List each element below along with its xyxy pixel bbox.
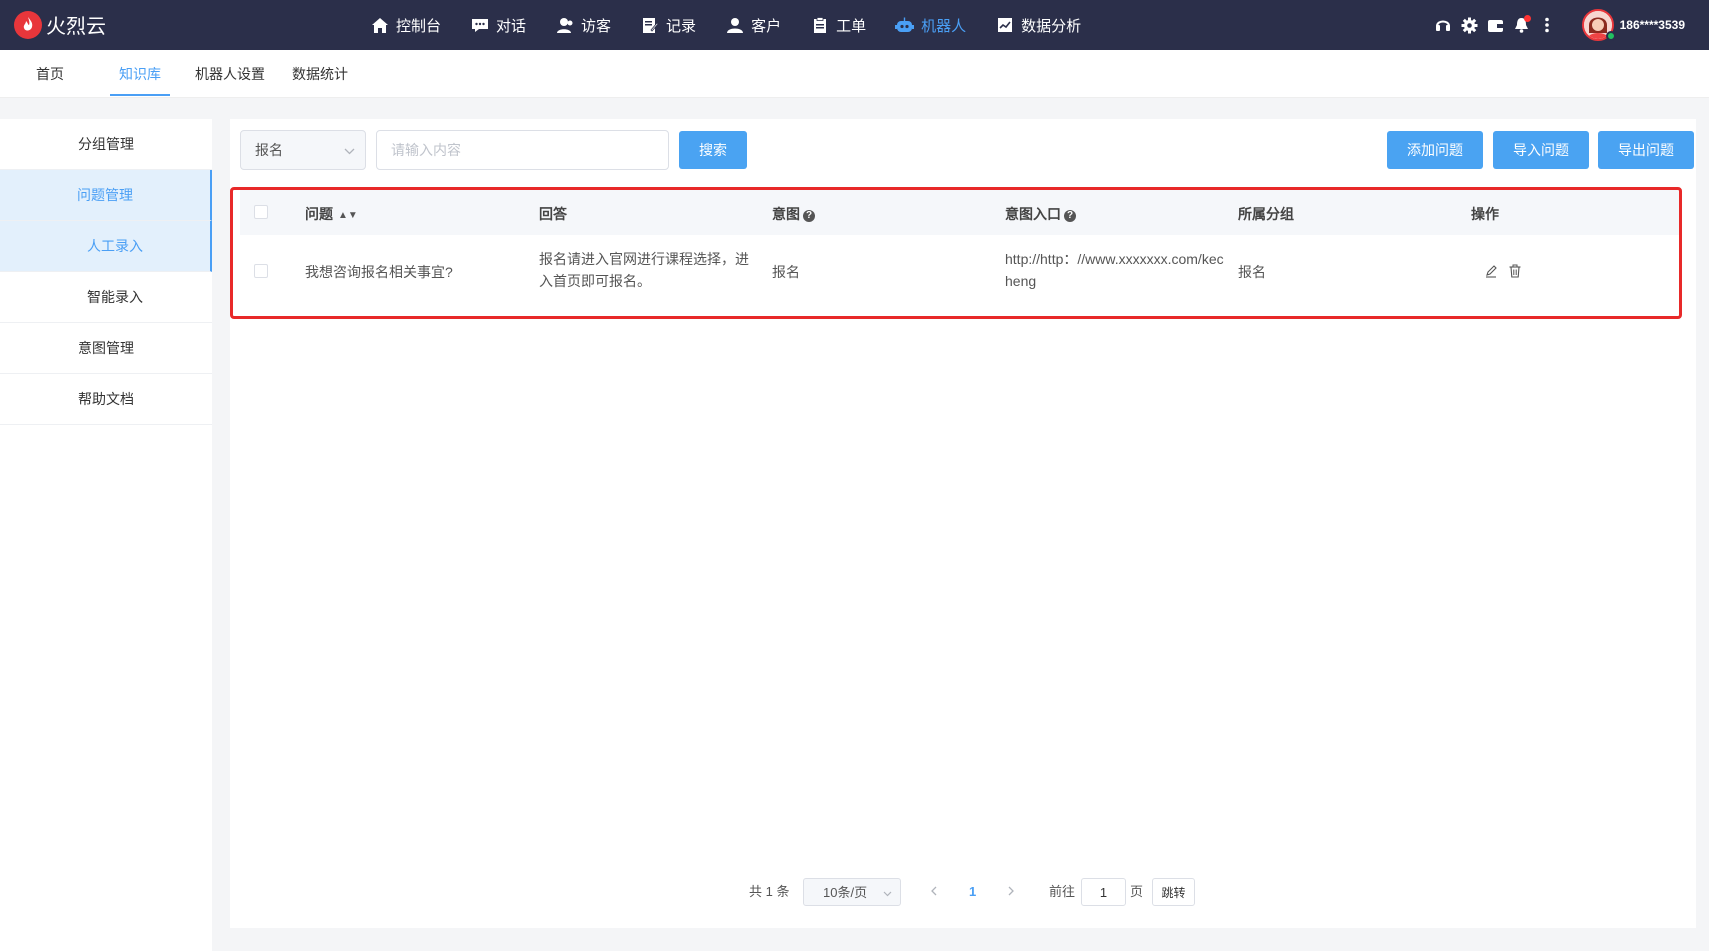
tab-robot-settings[interactable]: 机器人设置 xyxy=(195,50,265,96)
headset-icon[interactable] xyxy=(1435,17,1452,34)
nav-robot-label: 机器人 xyxy=(921,17,967,35)
home-icon xyxy=(370,16,389,35)
gear-icon[interactable] xyxy=(1461,17,1478,34)
nav-customers[interactable]: 客户 xyxy=(725,0,781,50)
nav-analytics[interactable]: 数据分析 xyxy=(995,0,1081,50)
sub-tabs: 首页 知识库 机器人设置 数据统计 xyxy=(0,50,1709,98)
tab-knowledge-base[interactable]: 知识库 xyxy=(110,50,170,96)
sidebar-item-group-management[interactable]: 分组管理 xyxy=(0,119,212,170)
page-size-select[interactable]: 10条/页 xyxy=(803,878,901,906)
robot-icon xyxy=(895,16,915,35)
sidebar-item-intent-management[interactable]: 意图管理 xyxy=(0,323,212,374)
analytics-icon xyxy=(995,16,1014,35)
chevron-down-icon xyxy=(344,131,355,169)
wallet-icon[interactable] xyxy=(1487,17,1504,34)
bell-icon[interactable] xyxy=(1513,14,1531,34)
pagination-total: 共 1 条 xyxy=(749,884,790,899)
logo-text: 火烈云 xyxy=(46,16,106,38)
next-page-button[interactable] xyxy=(1007,878,1015,906)
customer-icon xyxy=(725,16,744,35)
page-size-value: 10条/页 xyxy=(823,885,868,900)
nav-console-label: 控制台 xyxy=(396,17,442,35)
sidebar-item-smart-entry[interactable]: 智能录入 xyxy=(0,272,212,323)
goto-page-input[interactable]: 1 xyxy=(1081,878,1126,906)
sidebar-item-manual-entry[interactable]: 人工录入 xyxy=(0,221,212,272)
nav-robot[interactable]: 机器人 xyxy=(895,0,966,50)
pagination: 共 1 条 10条/页 1 前往 1 页 跳转 xyxy=(230,878,1696,908)
visitors-icon xyxy=(555,16,574,35)
main-nav: 控制台 对话 访客 记录 客户 工单 机器人 数据分析 xyxy=(370,0,1110,50)
jump-button[interactable]: 跳转 xyxy=(1152,878,1195,906)
header-tools: 186****3539 xyxy=(1426,0,1709,50)
nav-chat-label: 对话 xyxy=(496,17,527,35)
nav-records-label: 记录 xyxy=(666,17,697,35)
nav-console[interactable]: 控制台 xyxy=(370,0,441,50)
main-panel: 报名 搜索 添加问题 导入问题 导出问题 问题▲▼ 回答 意图? 意图入口? 所… xyxy=(230,119,1696,928)
nav-visitors-label: 访客 xyxy=(581,17,612,35)
chat-icon xyxy=(470,16,489,35)
nav-customers-label: 客户 xyxy=(751,17,782,35)
page-suffix: 页 xyxy=(1130,884,1144,899)
nav-visitors[interactable]: 访客 xyxy=(555,0,611,50)
notification-dot xyxy=(1523,14,1531,22)
online-status-dot xyxy=(1606,31,1616,41)
tab-home[interactable]: 首页 xyxy=(36,50,64,96)
page-number-current[interactable]: 1 xyxy=(969,878,976,906)
nav-analytics-label: 数据分析 xyxy=(1021,17,1082,35)
nav-tickets-label: 工单 xyxy=(836,17,867,35)
add-question-button[interactable]: 添加问题 xyxy=(1387,131,1483,169)
prev-page-button[interactable] xyxy=(930,878,938,906)
tab-data-stats[interactable]: 数据统计 xyxy=(292,50,348,96)
category-select[interactable]: 报名 xyxy=(240,130,366,170)
record-icon xyxy=(640,16,659,35)
nav-tickets[interactable]: 工单 xyxy=(810,0,866,50)
top-bar: 火烈云 控制台 对话 访客 记录 客户 工单 机器人 数据分析 186****3… xyxy=(0,0,1709,50)
sidebar: 分组管理 问题管理 人工录入 智能录入 意图管理 帮助文档 xyxy=(0,119,212,951)
goto-label: 前往 xyxy=(1049,884,1076,899)
logo[interactable]: 火烈云 xyxy=(14,10,106,39)
user-name[interactable]: 186****3539 xyxy=(1620,18,1685,32)
chevron-down-icon xyxy=(883,879,892,907)
sidebar-item-help-docs[interactable]: 帮助文档 xyxy=(0,374,212,425)
export-questions-button[interactable]: 导出问题 xyxy=(1598,131,1694,169)
search-input[interactable] xyxy=(376,130,669,170)
sidebar-item-question-management[interactable]: 问题管理 xyxy=(0,170,212,221)
nav-records[interactable]: 记录 xyxy=(640,0,696,50)
search-button[interactable]: 搜索 xyxy=(679,131,747,169)
ticket-icon xyxy=(810,16,829,35)
highlight-frame xyxy=(230,187,1682,319)
import-questions-button[interactable]: 导入问题 xyxy=(1493,131,1589,169)
nav-chat[interactable]: 对话 xyxy=(470,0,526,50)
category-select-value: 报名 xyxy=(255,142,283,158)
flame-logo-icon xyxy=(14,10,42,39)
more-vertical-icon[interactable] xyxy=(1539,17,1556,34)
